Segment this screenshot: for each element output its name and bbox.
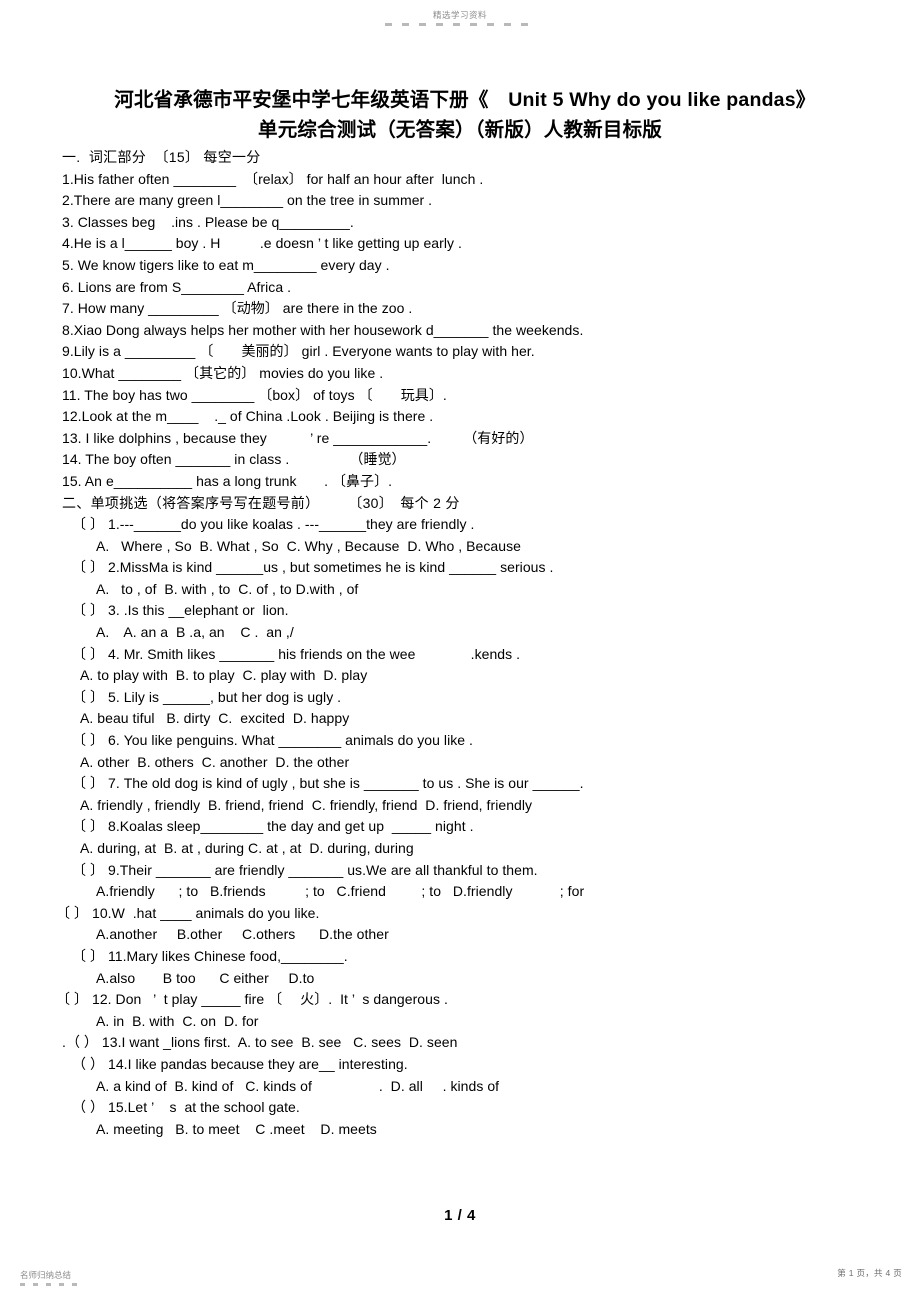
vocab-item: 11. The boy has two ________ 〔box〕 of to… <box>62 386 447 403</box>
footer-left-text: 名师归纳总结 <box>20 1270 72 1280</box>
mc-options: A.another B.other C.others D.the other <box>96 926 389 943</box>
page-number: 1 / 4 <box>444 1207 476 1224</box>
vocab-item: 9.Lily is a _________ 〔 美丽的〕 girl . Ever… <box>62 343 535 360</box>
mc-options: A. to play with B. to play C. play with … <box>80 667 368 684</box>
mc-question: 〔 〕 9.Their _______ are friendly _______… <box>72 861 538 878</box>
mc-options: A. friendly , friendly B. friend, friend… <box>80 796 533 813</box>
mc-options: A. beau tiful B. dirty C. excited D. hap… <box>80 710 350 727</box>
footer-left-watermark: 名师归纳总结 <box>20 1270 82 1286</box>
footer-page-indicator: 第 1 页，共 4 页 <box>837 1268 902 1278</box>
mc-options: A. A. an a B .a, an C . an ,/ <box>96 624 294 641</box>
vocab-item: 7. How many _________ 〔动物〕 are there in … <box>62 300 413 317</box>
mc-question: 〔 〕 12. Don ’ t play _____ fire 〔 火〕. It… <box>56 991 448 1008</box>
mc-options: A. other B. others C. another D. the oth… <box>80 753 350 770</box>
mc-question: 〔 〕 6. You like penguins. What ________ … <box>72 732 473 749</box>
vocab-item: 12.Look at the m____ ._ of China .Look .… <box>62 408 434 425</box>
mc-options: A. in B. with C. on D. for <box>96 1012 259 1029</box>
vocab-item: 13. I like dolphins , because they ’ re … <box>62 429 534 446</box>
mc-question: 〔 〕 1.---______do you like koalas . ---_… <box>72 516 475 533</box>
document-body: 一. 词汇部分 〔15〕 每空一分 1.His father often ___… <box>0 147 920 1140</box>
mc-question: （ ） 14.I like pandas because they are__ … <box>72 1055 408 1072</box>
mc-question: 〔 〕 5. Lily is ______, but her dog is ug… <box>72 688 342 705</box>
mc-options: A. during, at B. at , during C. at , at … <box>80 840 414 856</box>
mc-options: A. to , of B. with , to C. of , to D.wit… <box>96 580 359 597</box>
vocab-item: 10.What ________ 〔其它的〕 movies do you lik… <box>62 364 384 381</box>
mc-options: A. a kind of B. kind of C. kinds of . D.… <box>96 1077 500 1094</box>
mc-options: A.friendly ; to B.friends ; to C.friend … <box>96 883 585 900</box>
vocab-item: 6. Lions are from S________ Africa . <box>62 278 292 295</box>
mc-question: 〔 〕 7. The old dog is kind of ugly , but… <box>72 775 584 792</box>
mc-question: 〔 〕 3. .Is this __elephant or lion. <box>72 602 289 619</box>
vocab-item: 4.He is a l______ boy . H .e doesn ’ t l… <box>62 235 462 252</box>
mc-question: 〔 〕 8.Koalas sleep________ the day and g… <box>72 818 474 835</box>
vocab-item: 2.There are many green l________ on the … <box>62 192 433 209</box>
mc-question: 〔 〕 11.Mary likes Chinese food,________. <box>72 947 348 964</box>
mc-question: 〔 〕 4. Mr. Smith likes _______ his frien… <box>72 645 521 662</box>
mc-options: A.also B too C either D.to <box>96 969 315 986</box>
vocab-item: 15. An e__________ has a long trunk . 〔鼻… <box>62 472 393 489</box>
vocab-item: 1.His father often ________ 〔relax〕 for … <box>62 170 484 187</box>
mc-question: .（ ） 13.I want _lions first. A. to see B… <box>62 1034 458 1051</box>
vocab-item: 14. The boy often _______ in class . （睡觉… <box>62 451 406 468</box>
header-dashed-rule <box>385 23 535 26</box>
footer-dashed-rule <box>20 1283 82 1286</box>
mc-question: 〔 〕 2.MissMa is kind ______us , but some… <box>72 559 554 576</box>
document-title: 河北省承德市平安堡中学七年级英语下册《 Unit 5 Why do you li… <box>114 89 806 141</box>
vocab-item: 3. Classes beg .ins . Please be q_______… <box>62 213 354 230</box>
vocab-item: 5. We know tigers like to eat m________ … <box>62 256 390 273</box>
mc-question: （ ） 15.Let ’ s at the school gate. <box>72 1099 300 1116</box>
section-heading-multiple-choice: 二、单项挑选（将答案序号写在题号前） 〔30〕 每个 2 分 <box>62 494 460 511</box>
mc-options: A. Where , So B. What , So C. Why , Beca… <box>96 537 521 554</box>
vocab-item: 8.Xiao Dong always helps her mother with… <box>62 321 584 338</box>
mc-question: 〔 〕 10.W .hat ____ animals do you like. <box>56 904 320 921</box>
section-heading-vocabulary: 一. 词汇部分 〔15〕 每空一分 <box>62 149 261 165</box>
header-watermark-text: 精选学习资料 <box>432 10 487 20</box>
page-header-watermark: 精选学习资料 <box>0 10 920 26</box>
mc-options: A. meeting B. to meet C .meet D. meets <box>96 1120 377 1137</box>
